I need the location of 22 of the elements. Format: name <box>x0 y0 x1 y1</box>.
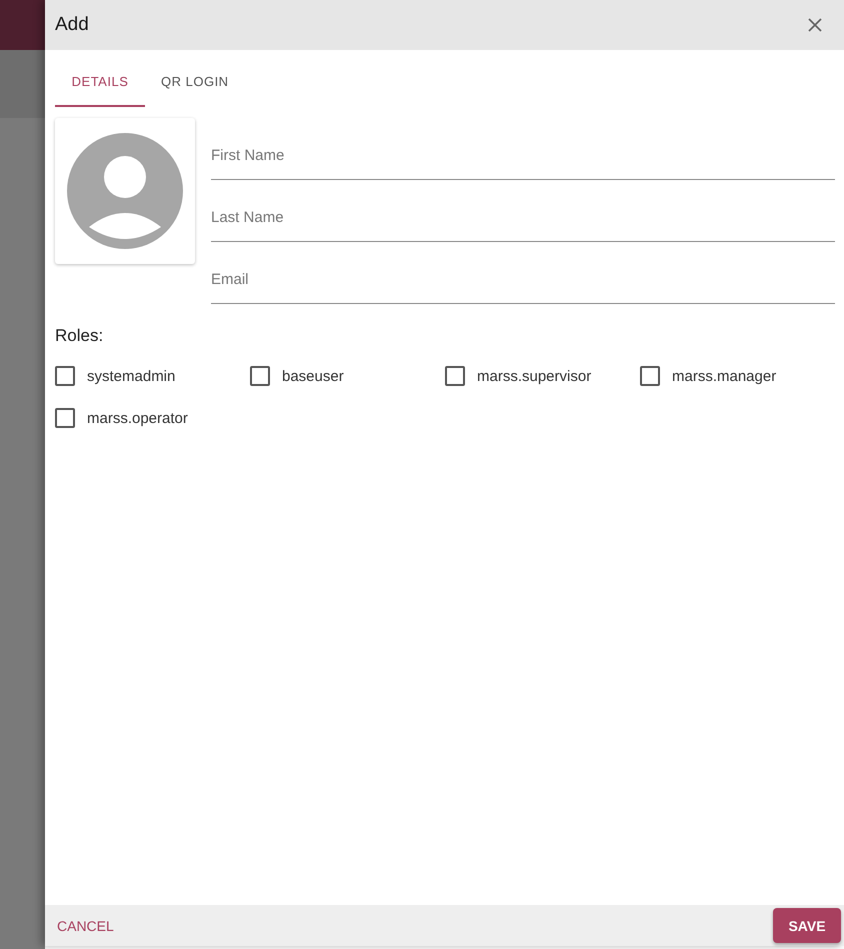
input-field[interactable]: Last Name <box>211 180 835 242</box>
checkbox-label: systemadmin <box>87 368 176 384</box>
avatar-icon <box>67 133 183 249</box>
roles-heading: Roles: <box>55 326 104 346</box>
input-field[interactable]: First Name <box>211 118 835 180</box>
tab[interactable]: DETAILS <box>55 58 145 107</box>
checkbox[interactable] <box>55 366 75 386</box>
checkbox[interactable] <box>250 366 270 386</box>
close-icon[interactable] <box>807 17 823 33</box>
checkbox[interactable] <box>55 408 75 428</box>
save-button[interactable]: SAVE <box>773 908 841 943</box>
checkbox-label: marss.supervisor <box>477 368 592 384</box>
checkbox-label: marss.manager <box>672 368 776 384</box>
tab[interactable]: QR LOGIN <box>145 58 245 107</box>
app-bar <box>0 0 45 50</box>
dialog-title: Add <box>55 14 89 36</box>
checkbox[interactable] <box>445 366 465 386</box>
checkbox-label: marss.operator <box>87 410 188 426</box>
checkbox-label: baseuser <box>282 368 344 384</box>
cancel-button[interactable]: CANCEL <box>57 912 114 940</box>
input-field[interactable]: Email <box>211 242 835 304</box>
checkbox[interactable] <box>640 366 660 386</box>
